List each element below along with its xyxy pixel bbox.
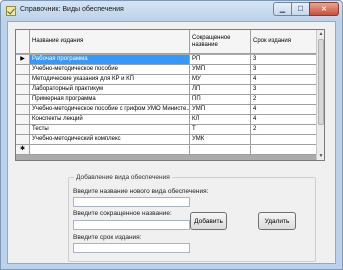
- abbr-label: Введите сокращенное название:: [73, 210, 172, 217]
- close-button[interactable]: ✕: [309, 2, 339, 16]
- group-title: Добавление вида обеспечения: [74, 174, 172, 181]
- title-bar[interactable]: Справочник: Виды обеспечения ▁ ☐ ✕: [1, 1, 342, 21]
- table-row[interactable]: Учебно-методическое пособие УМП 3: [16, 65, 317, 75]
- row-header[interactable]: [16, 135, 30, 145]
- cell-name[interactable]: Учебно-методический комплекс: [30, 135, 190, 145]
- cell-term[interactable]: 3: [251, 65, 317, 75]
- row-header[interactable]: [16, 65, 30, 75]
- cell-name[interactable]: Конспекты лекций: [30, 115, 190, 125]
- cell-name[interactable]: Примерная программа: [30, 95, 190, 105]
- row-header[interactable]: [16, 95, 30, 105]
- table-row[interactable]: Учебно-методический комплекс УМК: [16, 135, 317, 145]
- cell-name[interactable]: Методические указания для КР и КП: [30, 75, 190, 85]
- table-row[interactable]: Тесты Т 2: [16, 125, 317, 135]
- table-row[interactable]: Учебно-методическое пособие с грифом УМО…: [16, 105, 317, 115]
- cell-term[interactable]: 3: [251, 85, 317, 95]
- cell-abbr[interactable]: ПП: [190, 95, 251, 105]
- new-cell-term[interactable]: [251, 145, 317, 155]
- window-title: Справочник: Виды обеспечения: [20, 6, 124, 13]
- cell-abbr[interactable]: УМК: [190, 135, 251, 145]
- cell-name[interactable]: Лабораторный практикум: [30, 85, 190, 95]
- column-header-abbr[interactable]: Сокращенное название: [190, 30, 251, 54]
- scroll-thumb[interactable]: [318, 39, 324, 125]
- client-area: Название издания Сокращенное название Ср…: [7, 21, 336, 264]
- row-header[interactable]: [16, 125, 30, 135]
- maximize-button[interactable]: ☐: [291, 2, 309, 16]
- abbr-input[interactable]: [73, 220, 190, 230]
- vertical-scrollbar[interactable]: ▲ ▼: [316, 30, 324, 160]
- current-row-indicator[interactable]: ▶: [16, 55, 30, 65]
- close-icon: ✕: [321, 5, 327, 13]
- scroll-up-icon[interactable]: ▲: [317, 30, 324, 38]
- row-header[interactable]: [16, 115, 30, 125]
- cell-abbr[interactable]: МУ: [190, 75, 251, 85]
- cell-abbr[interactable]: УМП: [190, 65, 251, 75]
- cell-name[interactable]: Рабочая программа: [30, 55, 190, 65]
- add-type-group: Добавление вида обеспечения Введите назв…: [68, 174, 316, 262]
- row-header[interactable]: [16, 85, 30, 95]
- table-row[interactable]: Примерная программа ПП 2: [16, 95, 317, 105]
- minimize-icon: ▁: [279, 5, 286, 13]
- term-label: Введите срок издания:: [73, 234, 142, 241]
- cell-name[interactable]: Учебно-методическое пособие: [30, 65, 190, 75]
- cell-abbr[interactable]: Т: [190, 125, 251, 135]
- table-row[interactable]: Лабораторный практикум ЛП 3: [16, 85, 317, 95]
- cell-name[interactable]: Тесты: [30, 125, 190, 135]
- cell-abbr[interactable]: КЛ: [190, 115, 251, 125]
- row-header[interactable]: [16, 105, 30, 115]
- cell-term[interactable]: 2: [251, 125, 317, 135]
- table-row[interactable]: Конспекты лекций КЛ 4: [16, 115, 317, 125]
- cell-term[interactable]: 3: [251, 55, 317, 65]
- add-button[interactable]: Добавить: [190, 212, 227, 230]
- cell-abbr[interactable]: РП: [190, 55, 251, 65]
- name-label: Введите название нового вида обеспечения…: [73, 188, 209, 195]
- cell-term[interactable]: [251, 135, 317, 145]
- minimize-button[interactable]: ▁: [273, 2, 291, 16]
- new-cell-abbr[interactable]: [190, 145, 251, 155]
- row-header[interactable]: [16, 75, 30, 85]
- cell-abbr[interactable]: УМП: [190, 105, 251, 115]
- cell-abbr[interactable]: ЛП: [190, 85, 251, 95]
- grid-header: Название издания Сокращенное название Ср…: [16, 30, 317, 54]
- header-corner[interactable]: [16, 30, 30, 54]
- maximize-icon: ☐: [297, 5, 304, 13]
- new-row[interactable]: ✱: [16, 145, 317, 155]
- cell-term[interactable]: 4: [251, 75, 317, 85]
- cell-term[interactable]: 4: [251, 105, 317, 115]
- column-header-term[interactable]: Срок издания: [251, 30, 317, 54]
- column-header-name[interactable]: Название издания: [30, 30, 190, 54]
- data-grid[interactable]: Название издания Сокращенное название Ср…: [15, 29, 325, 161]
- delete-button[interactable]: Удалить: [258, 212, 296, 230]
- new-row-indicator[interactable]: ✱: [16, 145, 30, 155]
- new-cell-name[interactable]: [30, 145, 190, 155]
- name-input[interactable]: [73, 197, 190, 207]
- cell-name[interactable]: Учебно-методическое пособие с грифом УМО…: [30, 105, 190, 115]
- cell-term[interactable]: 2: [251, 95, 317, 105]
- table-row[interactable]: ▶ Рабочая программа РП 3: [16, 55, 317, 65]
- caption-buttons: ▁ ☐ ✕: [273, 2, 339, 16]
- term-input[interactable]: [73, 243, 190, 253]
- cell-term[interactable]: 4: [251, 115, 317, 125]
- scroll-down-icon[interactable]: ▼: [317, 152, 324, 160]
- app-icon: [6, 6, 16, 16]
- app-window: Справочник: Виды обеспечения ▁ ☐ ✕ Назва…: [0, 0, 343, 270]
- table-row[interactable]: Методические указания для КР и КП МУ 4: [16, 75, 317, 85]
